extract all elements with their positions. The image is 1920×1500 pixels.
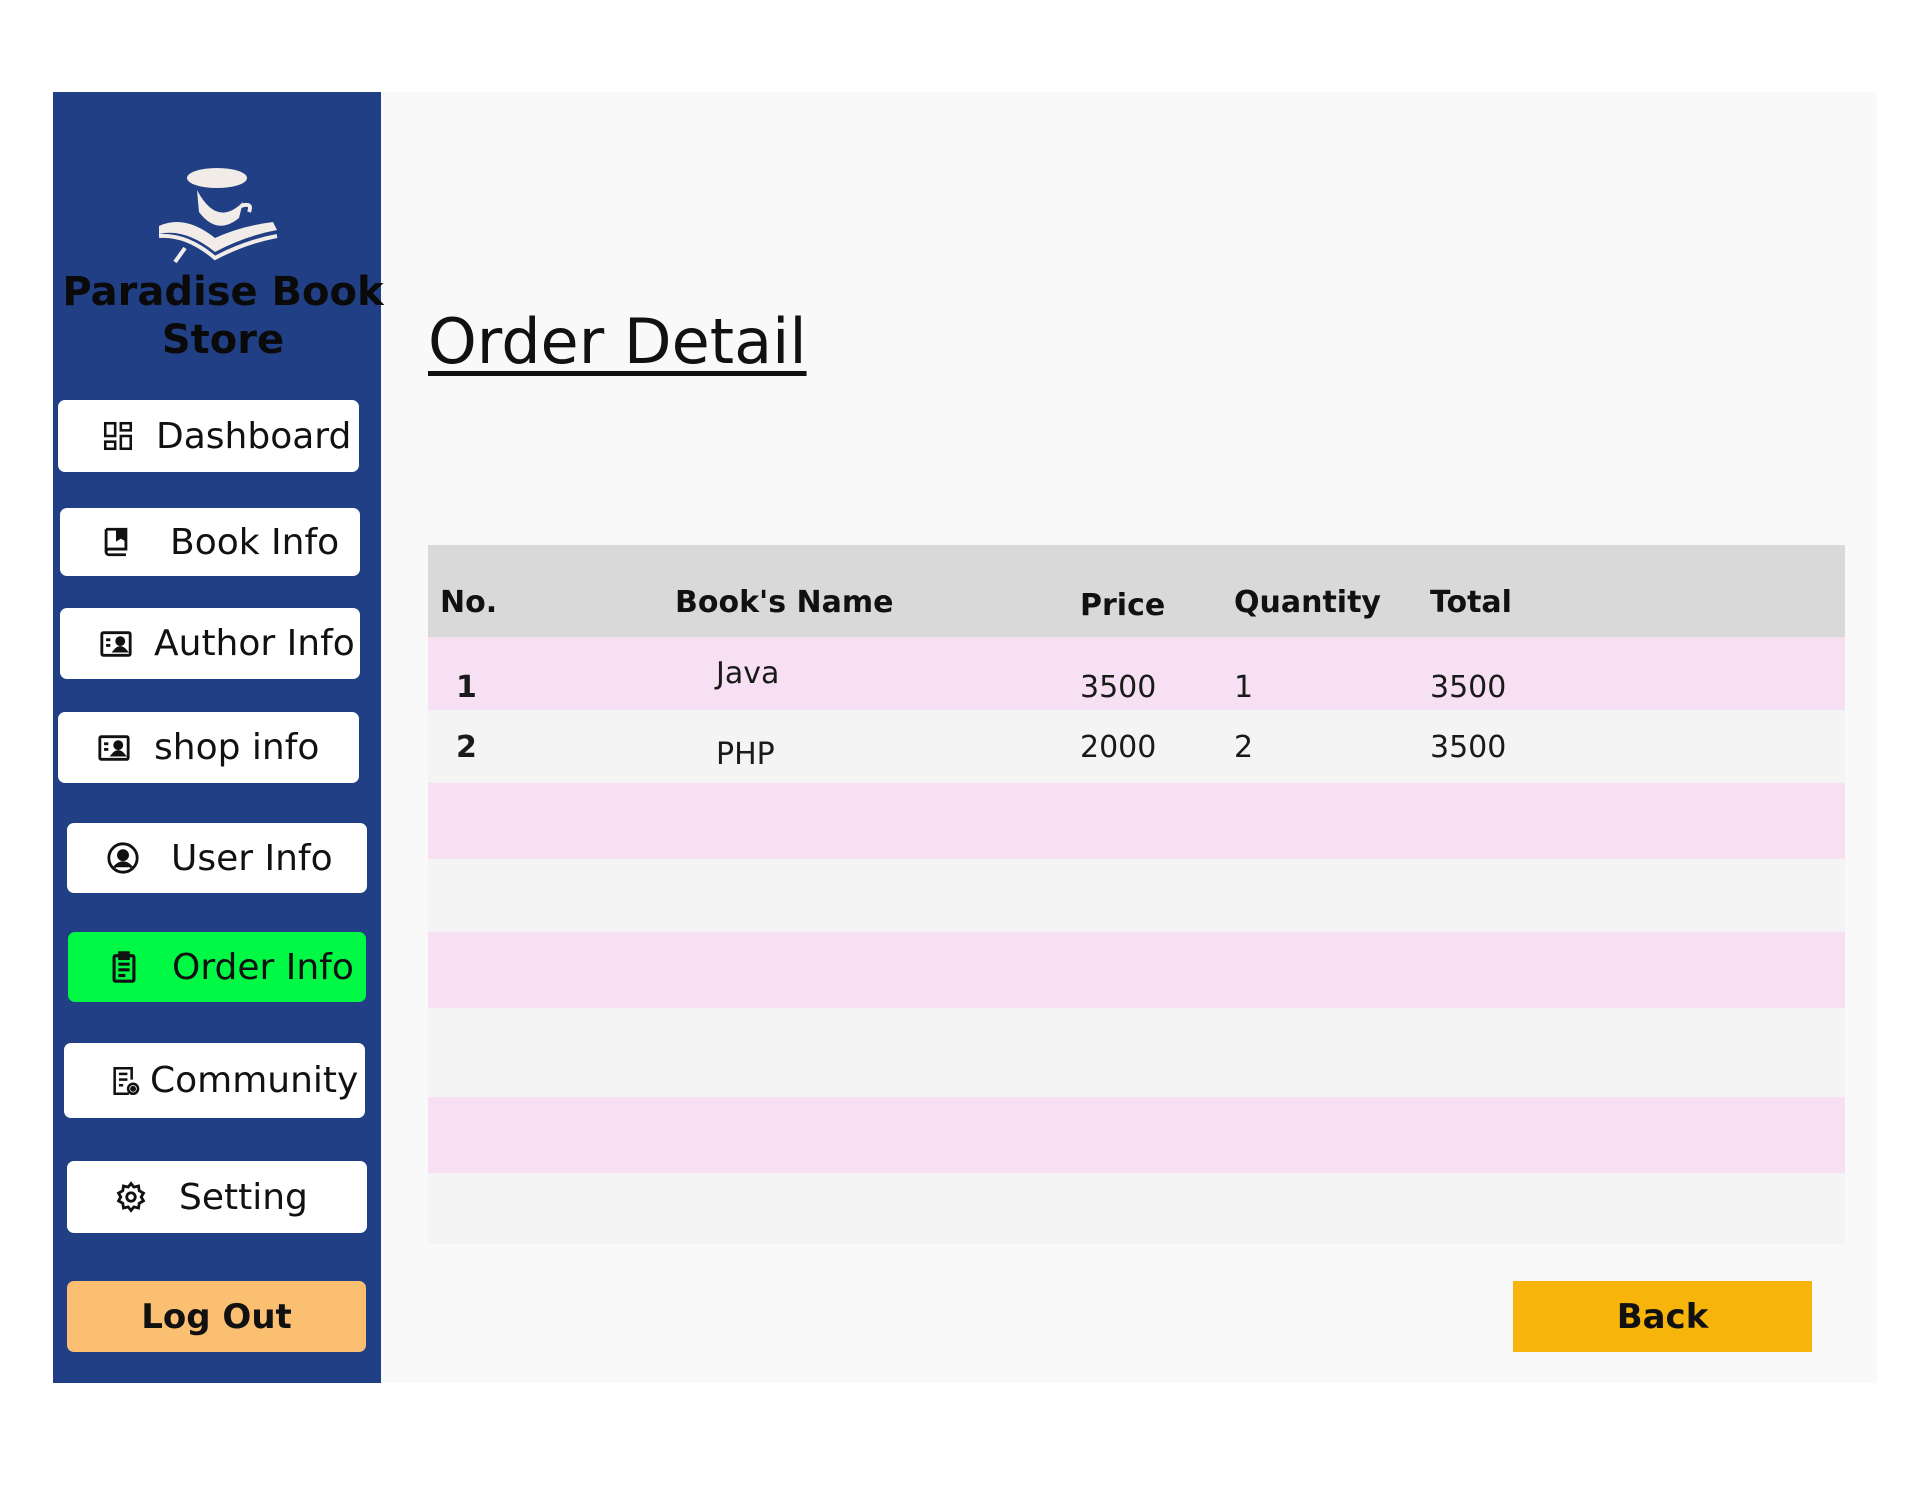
id-card-icon [96,730,132,766]
user-circle-icon [105,840,141,876]
column-header-price: Price [1080,588,1166,623]
cell-no: 1 [456,670,477,705]
sidebar-item-setting[interactable]: Setting [67,1161,367,1233]
sidebar-item-label: Dashboard [156,415,352,457]
book-store-logo [158,168,278,264]
cell-name: Java [716,656,780,691]
table-row [428,783,1845,859]
cell-quantity: 1 [1234,670,1254,705]
order-table: No. Book's Name Price Quantity Total 1 J… [428,545,1845,1244]
column-header-name: Book's Name [675,585,894,620]
sidebar-item-book-info[interactable]: Book Info [60,508,360,576]
sidebar-item-user-info[interactable]: User Info [67,823,367,893]
table-row [428,932,1845,1008]
back-button[interactable]: Back [1513,1281,1812,1352]
brand-name: Paradise Book Store [62,269,384,363]
page-title: Order Detail [428,305,807,378]
logout-button[interactable]: Log Out [67,1281,366,1352]
table-row [428,1097,1845,1173]
sidebar-item-label: Order Info [172,946,354,988]
book-icon [98,524,134,560]
cell-total: 3500 [1430,670,1507,705]
sidebar-item-label: shop info [154,727,320,768]
cell-price: 2000 [1080,730,1157,765]
cell-quantity: 2 [1234,730,1254,765]
cell-price: 3500 [1080,670,1157,705]
column-header-quantity: Quantity [1234,585,1381,620]
sidebar-item-label: Setting [179,1176,308,1218]
sidebar-item-label: Author Info [154,623,355,664]
document-view-icon [108,1063,144,1099]
clipboard-icon [106,949,142,985]
sidebar-item-shop-info[interactable]: shop info [58,712,359,783]
cell-total: 3500 [1430,730,1507,765]
sidebar-item-label: User Info [171,837,333,879]
sidebar-item-author-info[interactable]: Author Info [60,608,360,679]
column-header-no: No. [440,585,498,620]
sidebar-item-dashboard[interactable]: Dashboard [58,400,359,472]
sidebar-item-community[interactable]: Community [64,1043,365,1118]
dashboard-icon [100,418,136,454]
cell-no: 2 [456,730,477,765]
cell-name: PHP [716,737,775,772]
table-header: No. Book's Name Price Quantity Total [428,545,1845,637]
sidebar-item-label: Community [150,1060,359,1101]
id-card-icon [98,626,134,662]
gear-icon [113,1179,149,1215]
column-header-total: Total [1430,585,1512,620]
sidebar-item-label: Book Info [170,521,340,563]
sidebar-item-order-info[interactable]: Order Info [68,932,366,1002]
